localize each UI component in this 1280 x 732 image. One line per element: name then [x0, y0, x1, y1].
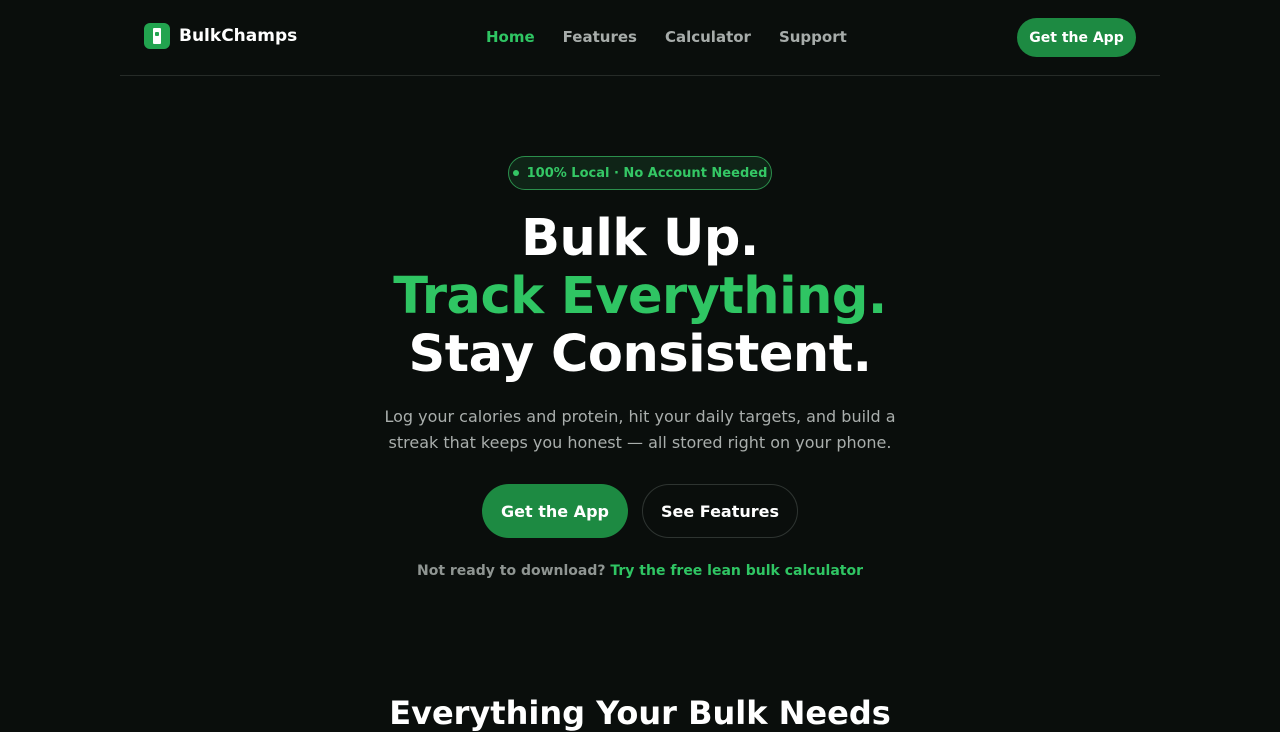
nav-link-support[interactable]: Support	[779, 28, 847, 46]
features-section-title: Everything Your Bulk Needs	[389, 694, 891, 732]
hero-subtext: Log your calories and protein, hit your …	[384, 407, 896, 452]
local-badge: 100% Local · No Account Needed	[508, 156, 772, 190]
brand-logo-link[interactable]: BulkChamps	[144, 23, 297, 49]
nav-link-calculator[interactable]: Calculator	[665, 28, 751, 46]
brand-name: BulkChamps	[179, 26, 298, 46]
nav-links: Home Features Calculator Support	[486, 28, 847, 46]
headline-line-2: Track Everything.	[393, 267, 887, 326]
nav-link-home[interactable]: Home	[486, 28, 535, 46]
get-app-nav-button[interactable]: Get the App	[1017, 18, 1136, 57]
calculator-prompt-line: Not ready to download? Try the free lean…	[0, 563, 1280, 579]
dot-icon	[512, 170, 519, 176]
phone-logo-icon	[144, 23, 170, 49]
headline-line-3: Stay Consistent.	[408, 325, 872, 384]
see-features-button[interactable]: See Features	[642, 484, 798, 538]
calculator-link[interactable]: Try the free lean bulk calculator	[610, 563, 863, 579]
calculator-prompt: Not ready to download?	[416, 563, 606, 579]
top-navbar: BulkChamps Home Features Calculator Supp…	[120, 0, 1160, 76]
badge-label: 100% Local · No Account Needed	[526, 165, 768, 181]
hero-headline: Bulk Up. Track Everything. Stay Consiste…	[0, 210, 1280, 384]
get-app-button[interactable]: Get the App	[482, 484, 628, 538]
headline-line-1: Bulk Up.	[521, 209, 759, 268]
nav-link-features[interactable]: Features	[563, 28, 637, 46]
